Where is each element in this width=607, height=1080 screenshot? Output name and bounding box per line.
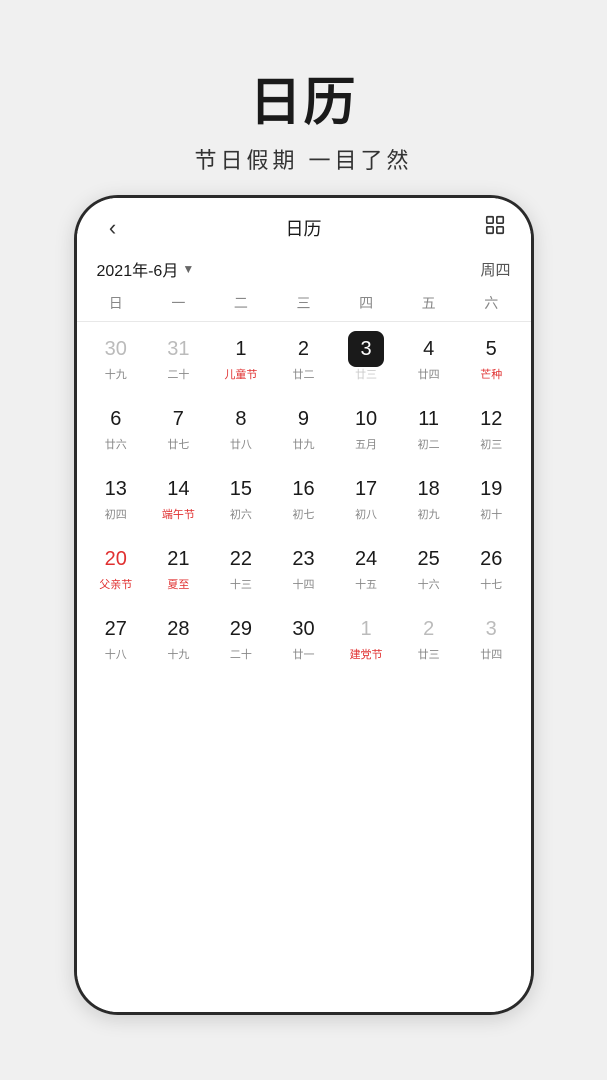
month-selector-row: 2021年-6月 ▼ 周四 [77,249,531,285]
calendar-day[interactable]: 18初九 [397,462,460,532]
calendar-day[interactable]: 9廿九 [272,392,335,462]
calendar-view-button[interactable] [479,214,511,241]
calendar-day[interactable]: 20父亲节 [85,532,148,602]
calendar-day[interactable]: 14端午节 [147,462,210,532]
calendar-day[interactable]: 1儿童节 [210,322,273,392]
weekday-header: 三 [272,289,335,317]
calendar-day[interactable]: 21夏至 [147,532,210,602]
calendar-day[interactable]: 2廿三 [397,602,460,672]
current-weekday: 周四 [480,259,510,280]
calendar-day[interactable]: 4廿四 [397,322,460,392]
weekday-header: 一 [147,289,210,317]
calendar-day[interactable]: 10五月 [335,392,398,462]
calendar-day[interactable]: 12初三 [460,392,523,462]
calendar-day[interactable]: 28十九 [147,602,210,672]
calendar-day[interactable]: 25十六 [397,532,460,602]
calendar-day[interactable]: 26十七 [460,532,523,602]
calendar-day[interactable]: 7廿七 [147,392,210,462]
calendar-day[interactable]: 24十五 [335,532,398,602]
calendar-day[interactable]: 8廿八 [210,392,273,462]
app-header: ‹ 日历 [77,198,531,249]
calendar-day[interactable]: 5芒种 [460,322,523,392]
calendar-day[interactable]: 15初六 [210,462,273,532]
calendar-day[interactable]: 11初二 [397,392,460,462]
weekdays-row: 日一二三四五六 [77,285,531,322]
weekday-header: 日 [85,289,148,317]
calendar-day[interactable]: 6廿六 [85,392,148,462]
calendar-day[interactable]: 2廿二 [272,322,335,392]
page-subtitle: 节日假期 一目了然 [194,143,412,175]
calendar-day[interactable]: 13初四 [85,462,148,532]
calendar-day[interactable]: 1建党节 [335,602,398,672]
weekday-header: 四 [335,289,398,317]
calendar-day[interactable]: 17初八 [335,462,398,532]
calendar-day[interactable]: 3廿三 [335,322,398,392]
calendar-day[interactable]: 29二十 [210,602,273,672]
month-label: 2021年-6月 [97,257,179,281]
phone-mockup: ‹ 日历 2021年-6月 ▼ 周四 日一二三四五六 30十九31二十1儿童节2… [74,195,534,1015]
calendar-day[interactable]: 31二十 [147,322,210,392]
calendar-day[interactable]: 30廿一 [272,602,335,672]
calendar-day[interactable]: 19初十 [460,462,523,532]
calendar-day[interactable]: 27十八 [85,602,148,672]
dropdown-arrow-icon: ▼ [182,262,194,276]
weekday-header: 五 [397,289,460,317]
calendar-day[interactable]: 16初七 [272,462,335,532]
back-button[interactable]: ‹ [97,215,129,241]
page-header: 日历 节日假期 一目了然 [194,0,412,175]
calendar-day[interactable]: 3廿四 [460,602,523,672]
header-title: 日历 [286,215,322,241]
calendar-day[interactable]: 30十九 [85,322,148,392]
month-selector[interactable]: 2021年-6月 ▼ [97,257,195,281]
calendar-day[interactable]: 22十三 [210,532,273,602]
phone-inner: ‹ 日历 2021年-6月 ▼ 周四 日一二三四五六 30十九31二十1儿童节2… [77,198,531,1012]
weekday-header: 二 [210,289,273,317]
calendar-grid: 30十九31二十1儿童节2廿二3廿三4廿四5芒种 6廿六7廿七8廿八9廿九10五月… [77,322,531,672]
weekday-header: 六 [460,289,523,317]
calendar-day[interactable]: 23十四 [272,532,335,602]
calendar-grid-icon [484,214,506,236]
page-title: 日历 [194,60,412,135]
